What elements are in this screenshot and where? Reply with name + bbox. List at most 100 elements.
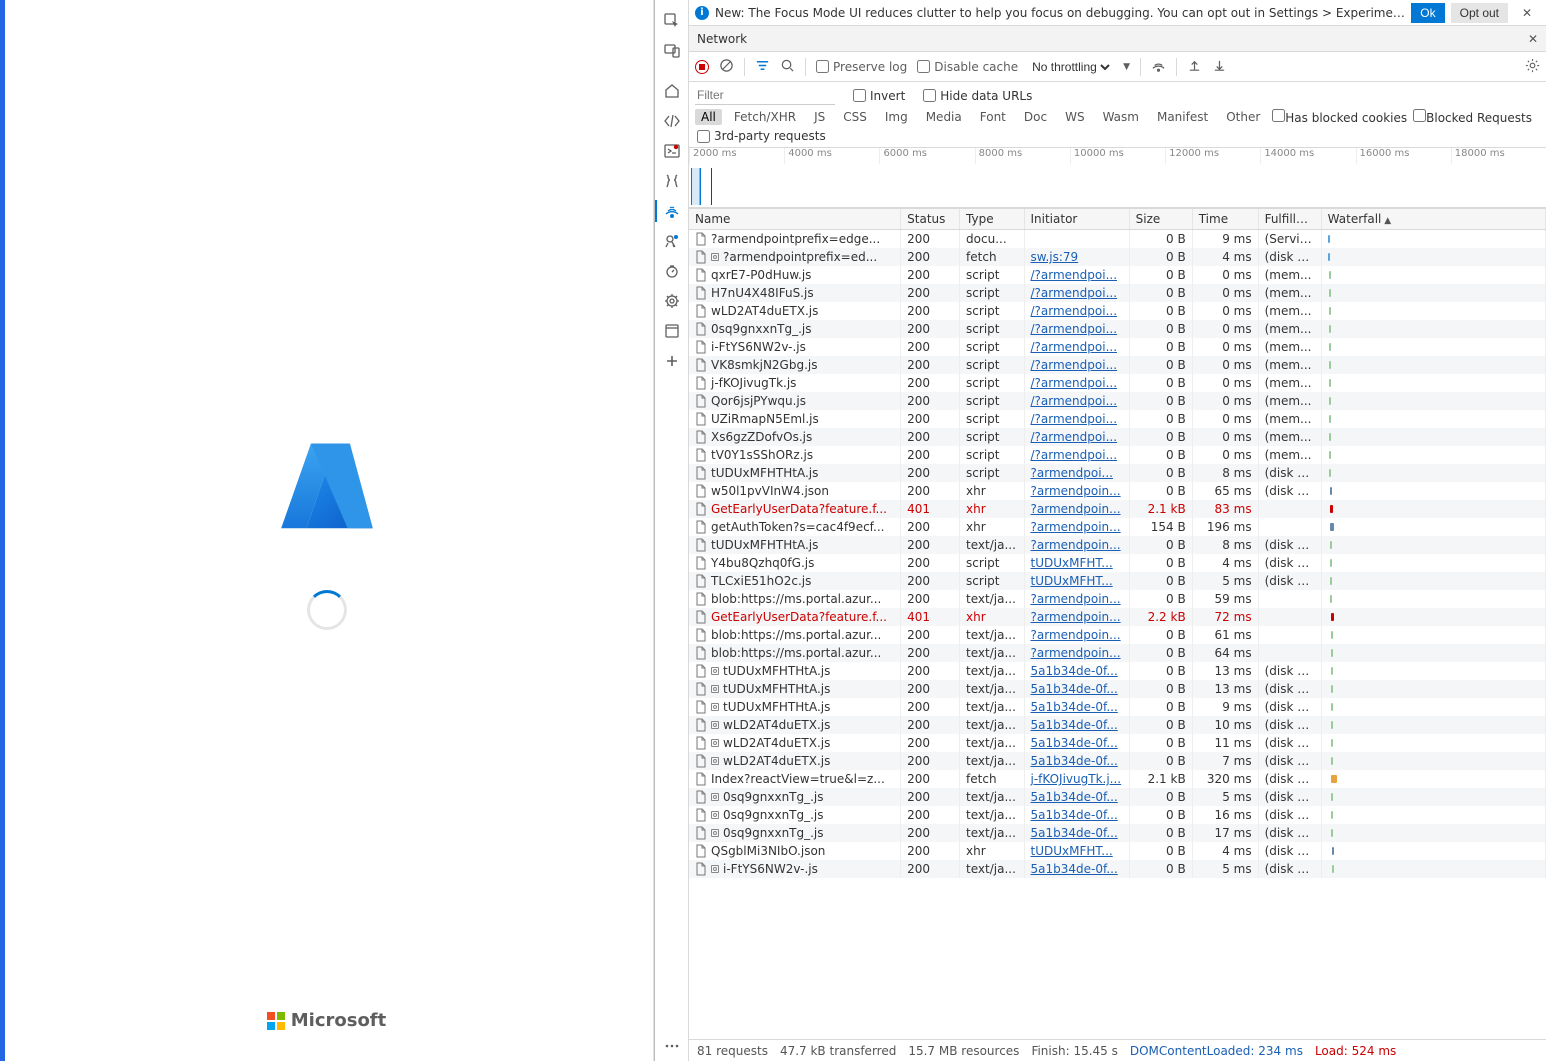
- table-row[interactable]: w50l1pvVInW4.json200xhr?armendpoin...0 B…: [689, 482, 1546, 500]
- initiator-link[interactable]: tUDUxMFHT...: [1031, 844, 1113, 858]
- table-row[interactable]: i-FtYS6NW2v-.js200script/?armendpoi...0 …: [689, 338, 1546, 356]
- initiator-link[interactable]: /?armendpoi...: [1031, 322, 1118, 336]
- table-row[interactable]: H7nU4X48IFuS.js200script/?armendpoi...0 …: [689, 284, 1546, 302]
- table-row[interactable]: wLD2AT4duETX.js200text/ja...5a1b34de-0f.…: [689, 716, 1546, 734]
- initiator-link[interactable]: j-fKOJivugTk.j...: [1031, 772, 1122, 786]
- initiator-link[interactable]: /?armendpoi...: [1031, 286, 1118, 300]
- more-tabs-icon[interactable]: [655, 346, 689, 376]
- initiator-link[interactable]: 5a1b34de-0f...: [1031, 826, 1118, 840]
- info-ok-button[interactable]: Ok: [1411, 3, 1444, 23]
- table-row[interactable]: 0sq9gnxxnTg_.js200text/ja...5a1b34de-0f.…: [689, 788, 1546, 806]
- network-tab-icon[interactable]: [655, 196, 689, 226]
- third-party-checkbox[interactable]: 3rd-party requests: [697, 129, 826, 143]
- filter-icon[interactable]: [755, 58, 770, 76]
- elements-tab-icon[interactable]: [655, 106, 689, 136]
- filter-type-fetchxhr[interactable]: Fetch/XHR: [728, 109, 802, 125]
- column-header-fulfille[interactable]: Fulfille...: [1258, 209, 1321, 230]
- table-row[interactable]: Y4bu8Qzhq0fG.js200scripttUDUxMFHT...0 B4…: [689, 554, 1546, 572]
- initiator-link[interactable]: ?armendpoin...: [1031, 520, 1121, 534]
- initiator-link[interactable]: 5a1b34de-0f...: [1031, 682, 1118, 696]
- filter-type-all[interactable]: All: [695, 109, 722, 125]
- filter-type-font[interactable]: Font: [974, 109, 1012, 125]
- table-row[interactable]: GetEarlyUserData?feature.f...401xhr?arme…: [689, 500, 1546, 518]
- filter-type-manifest[interactable]: Manifest: [1151, 109, 1214, 125]
- initiator-link[interactable]: /?armendpoi...: [1031, 448, 1118, 462]
- table-row[interactable]: 0sq9gnxxnTg_.js200script/?armendpoi...0 …: [689, 320, 1546, 338]
- network-timeline-overview[interactable]: 2000 ms4000 ms6000 ms8000 ms10000 ms1200…: [689, 148, 1546, 208]
- column-header-name[interactable]: Name: [689, 209, 901, 230]
- initiator-link[interactable]: ?armendpoin...: [1031, 646, 1121, 660]
- performance-tab-icon[interactable]: [655, 256, 689, 286]
- filter-type-js[interactable]: JS: [808, 109, 831, 125]
- initiator-link[interactable]: 5a1b34de-0f...: [1031, 718, 1118, 732]
- application-tab-icon[interactable]: [655, 316, 689, 346]
- table-row[interactable]: blob:https://ms.portal.azur...200text/ja…: [689, 626, 1546, 644]
- sources-tab-icon[interactable]: [655, 166, 689, 196]
- initiator-link[interactable]: ?armendpoin...: [1031, 610, 1121, 624]
- initiator-link[interactable]: 5a1b34de-0f...: [1031, 790, 1118, 804]
- more-tools-icon[interactable]: [655, 1031, 689, 1061]
- initiator-link[interactable]: 5a1b34de-0f...: [1031, 808, 1118, 822]
- initiator-link[interactable]: ?armendpoi...: [1031, 466, 1113, 480]
- table-row[interactable]: tUDUxMFHTHtA.js200text/ja...5a1b34de-0f.…: [689, 698, 1546, 716]
- table-row[interactable]: j-fKOJivugTk.js200script/?armendpoi...0 …: [689, 374, 1546, 392]
- disable-cache-checkbox[interactable]: Disable cache: [917, 60, 1018, 74]
- initiator-link[interactable]: 5a1b34de-0f...: [1031, 664, 1118, 678]
- preserve-log-checkbox[interactable]: Preserve log: [816, 60, 907, 74]
- filter-type-other[interactable]: Other: [1220, 109, 1266, 125]
- column-header-type[interactable]: Type: [960, 209, 1024, 230]
- table-row[interactable]: wLD2AT4duETX.js200script/?armendpoi...0 …: [689, 302, 1546, 320]
- filter-type-ws[interactable]: WS: [1059, 109, 1090, 125]
- filter-type-media[interactable]: Media: [920, 109, 968, 125]
- network-conditions-icon[interactable]: [1151, 58, 1166, 76]
- initiator-link[interactable]: 5a1b34de-0f...: [1031, 700, 1118, 714]
- initiator-link[interactable]: /?armendpoi...: [1031, 412, 1118, 426]
- table-row[interactable]: blob:https://ms.portal.azur...200text/ja…: [689, 644, 1546, 662]
- initiator-link[interactable]: tUDUxMFHT...: [1031, 574, 1113, 588]
- initiator-link[interactable]: ?armendpoin...: [1031, 484, 1121, 498]
- table-row[interactable]: tV0Y1sSShORz.js200script/?armendpoi...0 …: [689, 446, 1546, 464]
- hide-data-urls-checkbox[interactable]: Hide data URLs: [923, 89, 1032, 103]
- settings-gear-icon[interactable]: [1525, 58, 1540, 76]
- initiator-link[interactable]: 5a1b34de-0f...: [1031, 754, 1118, 768]
- column-header-size[interactable]: Size: [1129, 209, 1192, 230]
- table-row[interactable]: 0sq9gnxxnTg_.js200text/ja...5a1b34de-0f.…: [689, 806, 1546, 824]
- column-header-status[interactable]: Status: [901, 209, 960, 230]
- info-close-icon[interactable]: ✕: [1514, 6, 1540, 20]
- initiator-link[interactable]: /?armendpoi...: [1031, 268, 1118, 282]
- record-button[interactable]: [695, 60, 709, 74]
- welcome-tab-icon[interactable]: [655, 76, 689, 106]
- throttling-select[interactable]: No throttling: [1028, 59, 1113, 75]
- filter-type-doc[interactable]: Doc: [1018, 109, 1053, 125]
- info-opt-out-button[interactable]: Opt out: [1451, 3, 1508, 23]
- table-row[interactable]: Xs6gzZDofvOs.js200script/?armendpoi...0 …: [689, 428, 1546, 446]
- table-row[interactable]: UZiRmapN5Eml.js200script/?armendpoi...0 …: [689, 410, 1546, 428]
- initiator-link[interactable]: /?armendpoi...: [1031, 358, 1118, 372]
- table-row[interactable]: TLCxiE51hO2c.js200scripttUDUxMFHT...0 B5…: [689, 572, 1546, 590]
- blocked-cookies-checkbox[interactable]: Has blocked cookies: [1272, 109, 1407, 125]
- initiator-link[interactable]: tUDUxMFHT...: [1031, 556, 1113, 570]
- blocked-requests-checkbox[interactable]: Blocked Requests: [1413, 109, 1532, 125]
- table-row[interactable]: qxrE7-P0dHuw.js200script/?armendpoi...0 …: [689, 266, 1546, 284]
- initiator-link[interactable]: ?armendpoin...: [1031, 502, 1121, 516]
- initiator-link[interactable]: /?armendpoi...: [1031, 304, 1118, 318]
- initiator-link[interactable]: /?armendpoi...: [1031, 340, 1118, 354]
- network-requests-table[interactable]: NameStatusTypeInitiatorSizeTimeFulfille.…: [689, 208, 1546, 1039]
- console-tab-icon[interactable]: [655, 136, 689, 166]
- table-row[interactable]: tUDUxMFHTHtA.js200script?armendpoi...0 B…: [689, 464, 1546, 482]
- device-toolbar-icon[interactable]: [655, 36, 689, 66]
- panel-close-icon[interactable]: ✕: [1528, 32, 1538, 46]
- column-header-time[interactable]: Time: [1192, 209, 1258, 230]
- invert-checkbox[interactable]: Invert: [853, 89, 905, 103]
- initiator-link[interactable]: /?armendpoi...: [1031, 394, 1118, 408]
- table-row[interactable]: wLD2AT4duETX.js200text/ja...5a1b34de-0f.…: [689, 734, 1546, 752]
- search-icon[interactable]: [780, 58, 795, 76]
- initiator-link[interactable]: ?armendpoin...: [1031, 628, 1121, 642]
- clear-button[interactable]: [719, 58, 734, 76]
- filter-type-css[interactable]: CSS: [837, 109, 873, 125]
- table-row[interactable]: blob:https://ms.portal.azur...200text/ja…: [689, 590, 1546, 608]
- initiator-link[interactable]: /?armendpoi...: [1031, 376, 1118, 390]
- initiator-link[interactable]: 5a1b34de-0f...: [1031, 862, 1118, 876]
- export-har-icon[interactable]: [1212, 58, 1227, 76]
- table-row[interactable]: tUDUxMFHTHtA.js200text/ja...?armendpoin.…: [689, 536, 1546, 554]
